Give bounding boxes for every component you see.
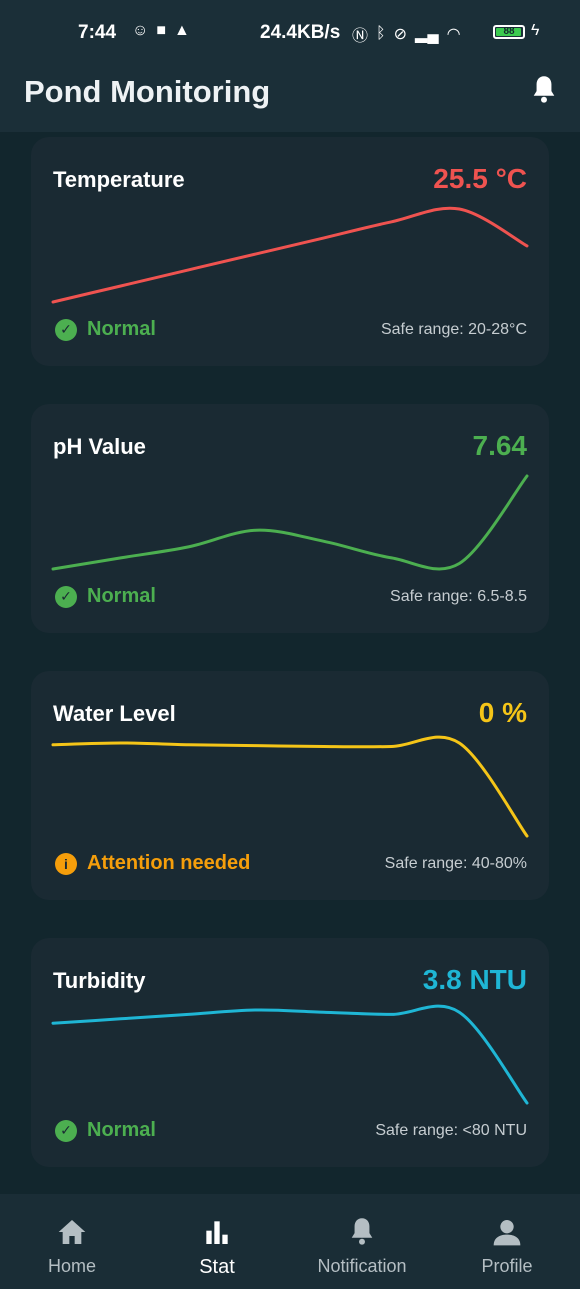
home-icon bbox=[58, 1220, 86, 1244]
bell-icon[interactable] bbox=[530, 74, 558, 106]
temperature-title: Temperature bbox=[53, 167, 185, 192]
check-circle-icon: ✓ bbox=[55, 1119, 77, 1142]
water-level-trend-line bbox=[51, 735, 529, 838]
battery-icon: 88 bbox=[493, 25, 525, 39]
temperature-status-label: Normal bbox=[87, 318, 156, 340]
turbidity-card[interactable]: Turbidity 3.8 NTU ✓ Normal Safe range: <80 N… bbox=[31, 938, 549, 1167]
nav-notification[interactable]: Notification bbox=[292, 1194, 432, 1289]
ph-title: pH Value bbox=[53, 434, 146, 459]
ph-safe-range: Safe range: 6.5-8.5 bbox=[390, 588, 527, 605]
wifi-icon: ◠ bbox=[446, 26, 461, 43]
turbidity-safe-range: Safe range: <80 NTU bbox=[375, 1122, 527, 1139]
temperature-trend-line bbox=[51, 206, 529, 304]
temperature-safe-range: Safe range: 20-28°C bbox=[380, 321, 527, 338]
turbidity-value: 3.8 NTU bbox=[422, 964, 527, 995]
nav-profile[interactable]: Profile bbox=[437, 1194, 577, 1289]
mute-icon: ⊘ bbox=[393, 26, 408, 43]
nav-home[interactable]: Home bbox=[2, 1194, 142, 1289]
nav-home-label: Home bbox=[47, 1256, 96, 1276]
turbidity-status-label: Normal bbox=[87, 1119, 156, 1141]
ph-card[interactable]: pH Value 7.64 ✓ Normal Safe range: 6.5-8.5 bbox=[31, 404, 549, 633]
clock: 7:44 bbox=[78, 22, 117, 43]
water-level-safe-range: Safe range: 40-80% bbox=[384, 855, 527, 872]
ph-status-label: Normal bbox=[87, 585, 156, 607]
page-title: Pond Monitoring bbox=[24, 74, 271, 109]
square-icon: ■ bbox=[156, 22, 167, 39]
warning-icon: ▲ bbox=[174, 22, 190, 39]
app-bar: Pond Monitoring bbox=[0, 66, 580, 132]
water-level-card[interactable]: Water Level 0 % i Attention needed Safe rang… bbox=[31, 671, 549, 900]
nav-stat-label: Stat bbox=[199, 1256, 235, 1278]
ph-value: 7.64 bbox=[472, 430, 528, 461]
charging-icon: ϟ bbox=[531, 22, 540, 39]
check-circle-icon: ✓ bbox=[55, 585, 77, 608]
check-circle-icon: ✓ bbox=[55, 318, 77, 341]
ph-trend-line bbox=[51, 474, 529, 571]
notification-app-icon: ☺ bbox=[132, 22, 149, 39]
person-icon bbox=[493, 1220, 521, 1246]
turbidity-trend-line bbox=[51, 1004, 529, 1105]
info-circle-icon: i bbox=[55, 852, 77, 875]
turbidity-title: Turbidity bbox=[53, 968, 146, 993]
bluetooth-icon: ᛒ bbox=[376, 25, 386, 42]
water-level-value: 0 % bbox=[478, 697, 527, 728]
water-level-status: i Attention needed bbox=[55, 852, 250, 875]
nav-profile-label: Profile bbox=[481, 1256, 533, 1276]
bell-icon bbox=[351, 1218, 373, 1245]
status-bar: 7:44 ☺ ■ ▲ 24.4KB/s Ⓝ ᛒ ⊘ ▂▄ ◠ 88 ϟ bbox=[0, 0, 580, 66]
temperature-status: ✓ Normal bbox=[55, 318, 156, 341]
temperature-card[interactable]: Temperature 25.5 °C ✓ Normal Safe range: 20-… bbox=[31, 137, 549, 366]
ph-status: ✓ Normal bbox=[55, 585, 156, 608]
net-speed: 24.4KB/s bbox=[260, 22, 341, 43]
signal-icon: ▂▄ bbox=[415, 26, 439, 43]
nav-notification-label: Notification bbox=[317, 1256, 407, 1276]
nav-stat[interactable]: Stat bbox=[147, 1194, 287, 1289]
bar-chart-icon bbox=[206, 1221, 228, 1244]
battery-level: 88 bbox=[503, 26, 515, 37]
water-level-status-label: Attention needed bbox=[87, 852, 251, 874]
turbidity-status: ✓ Normal bbox=[55, 1119, 156, 1142]
nfc-icon: Ⓝ bbox=[352, 28, 369, 45]
bottom-nav: Home Stat Notification Profile bbox=[0, 1194, 580, 1289]
temperature-value: 25.5 °C bbox=[433, 163, 527, 194]
water-level-title: Water Level bbox=[53, 701, 176, 726]
